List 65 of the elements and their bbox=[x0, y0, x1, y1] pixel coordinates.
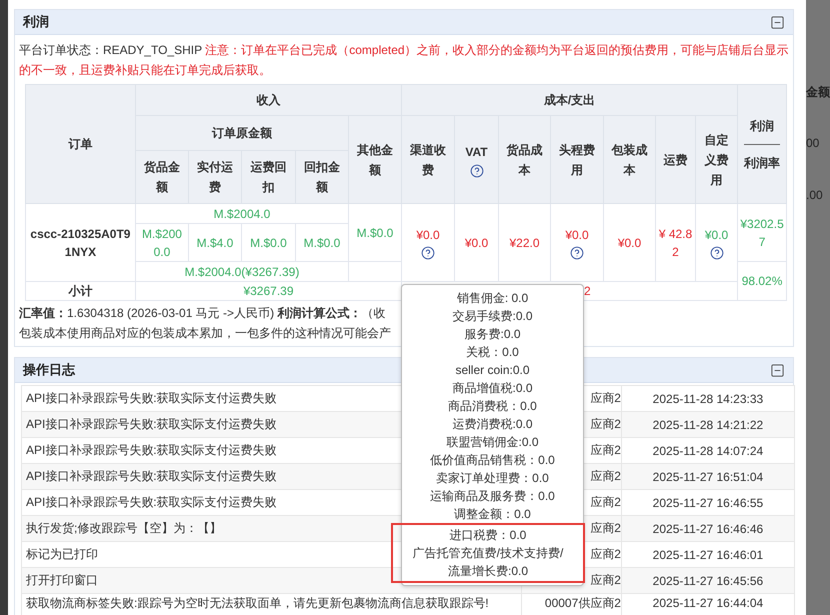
log-time: 2025-11-28 14:21:22 bbox=[621, 412, 794, 438]
order-number: cscc-210325A0T91NYX bbox=[25, 204, 136, 282]
log-time: 2025-11-28 14:07:24 bbox=[621, 438, 794, 464]
cost-value: ¥0.0 bbox=[464, 236, 488, 250]
table-cell: ¥3202.57 bbox=[738, 204, 787, 262]
log-time: 2025-11-27 16:45:56 bbox=[621, 568, 794, 594]
header-cell: 货品金额 bbox=[135, 150, 188, 204]
background-text: .00 bbox=[806, 188, 824, 204]
table-cell: M.$0.0 bbox=[348, 204, 402, 262]
cost-value: ¥0.0 bbox=[704, 228, 728, 242]
background-text: 金额 bbox=[806, 84, 830, 101]
column-label: 渠道收费 bbox=[410, 142, 446, 176]
fee-line: seller coin:0.0 bbox=[455, 362, 530, 379]
status-notice: 平台订单状态：READY_TO_SHIP 注意：订单在平台已完成（completed）之前，收入部分的金额均为平台返回的预估费用，可能与店铺后台显示的不一致，且运费补贴只能在订单完成后获取。 bbox=[18, 42, 789, 79]
log-time: 2025-11-27 16:46:55 bbox=[621, 490, 794, 516]
help-icon[interactable] bbox=[421, 246, 436, 260]
column-label: 包装成本 bbox=[612, 142, 648, 176]
log-time: 2025-11-27 16:46:46 bbox=[621, 516, 794, 542]
cost-value: ¥22.0 bbox=[510, 236, 540, 250]
table-cell: M.$2004.0(¥3267.39) bbox=[135, 262, 348, 282]
collapse-icon[interactable] bbox=[770, 14, 785, 30]
help-icon[interactable] bbox=[710, 246, 724, 260]
background-text: 00 bbox=[806, 136, 820, 152]
log-operator: 00007供应商2 bbox=[521, 594, 622, 615]
table-cell: M.$2004.0 bbox=[135, 204, 348, 224]
table-cell: ¥3267.39 bbox=[135, 282, 402, 300]
log-time: 2025-11-27 16:51:04 bbox=[621, 464, 794, 490]
header-cell: 订单原金额 bbox=[135, 116, 348, 150]
table-cell: M.$4.0 bbox=[188, 224, 242, 262]
rate-header: 利润率 bbox=[744, 154, 780, 172]
log-message: 获取物流商标签失败:跟踪号为空时无法获取面单，请先更新包裹物流商信息获取跟踪号! bbox=[21, 594, 522, 615]
help-icon[interactable] bbox=[570, 246, 584, 260]
header-cell: 其他金额 bbox=[348, 116, 402, 204]
column-label: VAT bbox=[465, 144, 488, 158]
header-cell: 成本/支出 bbox=[402, 84, 738, 116]
log-time: 2025-11-27 16:46:01 bbox=[621, 542, 794, 568]
column-label: 自定义费用 bbox=[704, 132, 729, 186]
table-cell: M.$0.0 bbox=[241, 224, 296, 262]
table-cell: 98.02% bbox=[738, 262, 787, 300]
cost-value: ¥0.0 bbox=[618, 236, 642, 250]
fee-line: 服务费:0.0 bbox=[464, 326, 520, 343]
fee-line: 关税：0.0 bbox=[466, 344, 519, 361]
table-cell: 小计 bbox=[25, 282, 136, 300]
packing-note: 包装成本使用商品对应的包装成本累加，一包多件的这种情况可能会产 bbox=[18, 325, 391, 342]
fee-line: 交易手续费:0.0 bbox=[452, 308, 532, 325]
cost-value: ¥0.0 bbox=[565, 228, 589, 242]
table-cell: M.$2000.0 bbox=[135, 224, 188, 262]
column-label: 运费 bbox=[664, 152, 688, 166]
column-label: 头程费用 bbox=[559, 142, 596, 176]
header-cell: 运费回扣 bbox=[241, 150, 296, 204]
panel-title: 利润 bbox=[22, 13, 49, 31]
panel-title: 操作日志 bbox=[22, 361, 75, 379]
log-time: 2025-11-27 16:44:04 bbox=[621, 594, 794, 615]
header-cell: 实付运费 bbox=[188, 150, 242, 204]
header-cell: 收入 bbox=[135, 84, 402, 116]
cost-value: ¥0.0 bbox=[416, 228, 440, 242]
exchange-rate-line: 汇率值：1.6304318 (2026-03-01 马元 ->人民币) 利润计算公式：（收 bbox=[18, 305, 386, 322]
column-label: 货品成本 bbox=[506, 142, 543, 176]
header-cell: 订单 bbox=[25, 84, 136, 204]
collapse-icon[interactable] bbox=[770, 362, 785, 378]
profit-header: 利润 bbox=[750, 118, 774, 134]
log-time: 2025-11-28 14:23:33 bbox=[621, 386, 794, 412]
help-icon[interactable] bbox=[470, 164, 484, 178]
cost-value: ¥ 42.82 bbox=[658, 226, 692, 258]
header-cell: 回扣金额 bbox=[295, 150, 348, 204]
